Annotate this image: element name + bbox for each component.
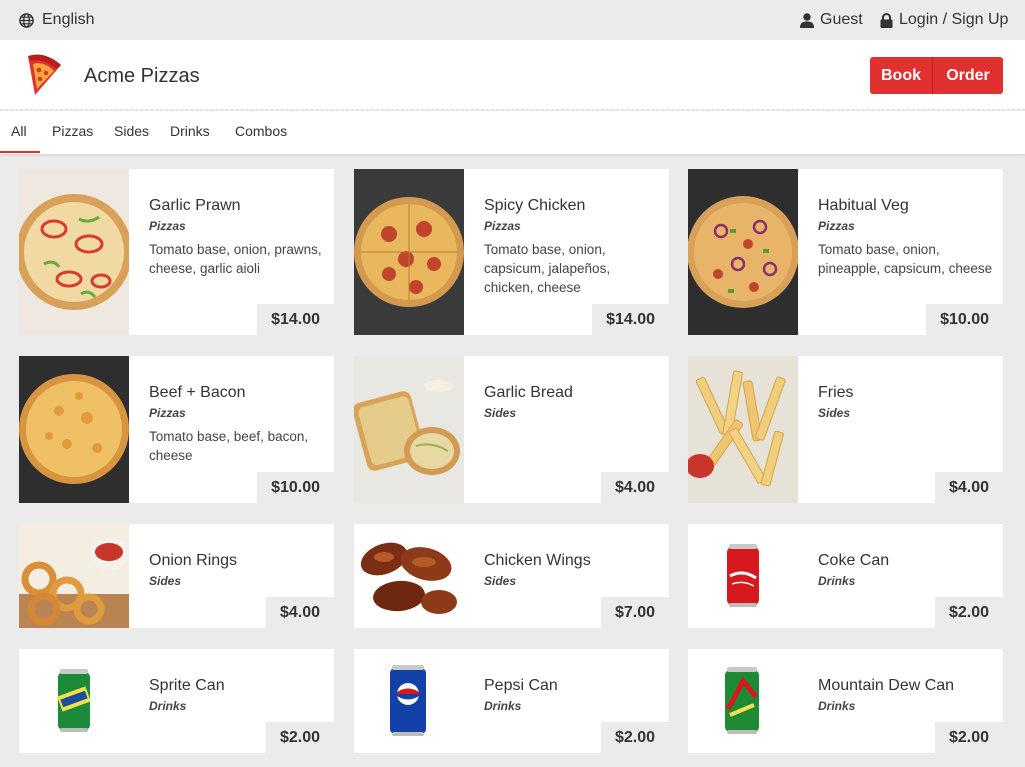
item-description: Tomato base, onion, prawns, cheese, garl… xyxy=(149,242,322,276)
item-description: Tomato base, onion, capsicum, jalapeños,… xyxy=(484,242,611,295)
language-label: English xyxy=(42,11,95,28)
category-tabs: All Pizzas Sides Drinks Combos xyxy=(0,111,1025,154)
onion-rings-image xyxy=(19,524,129,628)
menu-item-card[interactable]: Pepsi Can Drinks $2.00 xyxy=(354,649,669,753)
item-category: Pizzas xyxy=(484,219,521,233)
item-name: Beef + Bacon xyxy=(149,384,246,401)
menu-item-card[interactable]: Spicy Chicken Pizzas Tomato base, onion,… xyxy=(354,169,669,335)
item-name: Coke Can xyxy=(818,552,890,569)
item-name: Fries xyxy=(818,384,854,401)
item-price: $2.00 xyxy=(934,597,1003,628)
globe-icon xyxy=(19,12,34,28)
item-description: Tomato base, onion, pineapple, capsicum,… xyxy=(818,242,993,276)
login-label: Login / Sign Up xyxy=(899,11,1009,28)
item-category: Drinks xyxy=(149,699,187,713)
spicy-chicken-pizza-image xyxy=(354,169,464,335)
item-price: $2.00 xyxy=(934,722,1003,753)
menu-item-card[interactable]: Chicken Wings Sides $7.00 xyxy=(354,524,669,628)
item-name: Pepsi Can xyxy=(484,677,558,694)
item-price: $4.00 xyxy=(600,472,669,503)
menu-item-card[interactable]: Sprite Can Drinks $2.00 xyxy=(19,649,334,753)
site-header: Acme Pizzas Book Order xyxy=(0,40,1025,110)
menu-item-card[interactable]: Habitual Veg Pizzas Tomato base, onion, … xyxy=(688,169,1003,335)
active-tab-indicator xyxy=(0,151,40,153)
habitual-veg-pizza-image xyxy=(688,169,798,335)
item-price: $2.00 xyxy=(265,722,334,753)
item-name: Mountain Dew Can xyxy=(818,677,955,694)
pizza-logo-icon xyxy=(28,54,61,95)
menu-item-card[interactable]: Garlic Bread Sides $4.00 xyxy=(354,356,669,503)
menu-item-card[interactable]: Garlic Prawn Pizzas Tomato base, onion, … xyxy=(19,169,334,335)
login-link[interactable]: Login / Sign Up xyxy=(880,11,1008,29)
item-category: Pizzas xyxy=(818,219,855,233)
lock-icon xyxy=(880,12,893,28)
item-price: $10.00 xyxy=(257,472,334,503)
item-name: Habitual Veg xyxy=(818,197,909,214)
item-price: $10.00 xyxy=(926,304,1003,335)
tab-combos[interactable]: Combos xyxy=(235,123,287,139)
item-category: Drinks xyxy=(484,699,522,713)
menu-item-card[interactable]: Coke Can Drinks $2.00 xyxy=(688,524,1003,628)
tab-all[interactable]: All xyxy=(11,123,27,139)
item-price: $2.00 xyxy=(600,722,669,753)
menu-item-card[interactable]: Mountain Dew Can Drinks $2.00 xyxy=(688,649,1003,753)
coke-can-image xyxy=(688,524,798,628)
chicken-wings-image xyxy=(354,524,464,628)
fries-image xyxy=(688,356,798,503)
guest-indicator: Guest xyxy=(800,11,863,29)
item-category: Sides xyxy=(484,574,517,588)
tab-sides[interactable]: Sides xyxy=(114,123,149,139)
language-selector[interactable]: English xyxy=(19,11,94,29)
book-button[interactable]: Book xyxy=(870,57,933,94)
item-category: Drinks xyxy=(818,699,856,713)
item-name: Chicken Wings xyxy=(484,552,591,569)
item-category: Sides xyxy=(149,574,182,588)
item-price: $4.00 xyxy=(934,472,1003,503)
top-bar: English Guest Login / Sign Up xyxy=(0,0,1025,40)
item-category: Drinks xyxy=(818,574,856,588)
item-category: Sides xyxy=(818,406,851,420)
pepsi-can-image xyxy=(354,649,464,753)
item-name: Garlic Bread xyxy=(484,384,573,401)
item-category: Sides xyxy=(484,406,517,420)
item-category: Pizzas xyxy=(149,219,186,233)
beef-bacon-pizza-image xyxy=(19,356,129,503)
item-price: $14.00 xyxy=(592,304,669,335)
action-buttons: Book Order xyxy=(870,57,1003,94)
tab-drinks[interactable]: Drinks xyxy=(170,123,210,139)
mountain-dew-can-image xyxy=(688,649,798,753)
site-title: Acme Pizzas xyxy=(84,65,200,87)
item-name: Garlic Prawn xyxy=(149,197,241,214)
user-icon xyxy=(800,12,814,28)
menu-item-card[interactable]: Onion Rings Sides $4.00 xyxy=(19,524,334,628)
menu-item-card[interactable]: Beef + Bacon Pizzas Tomato base, beef, b… xyxy=(19,356,334,503)
item-name: Spicy Chicken xyxy=(484,197,586,214)
order-button[interactable]: Order xyxy=(933,57,1003,94)
item-description: Tomato base, beef, bacon, cheese xyxy=(149,429,309,463)
menu-item-card[interactable]: Fries Sides $4.00 xyxy=(688,356,1003,503)
item-name: Sprite Can xyxy=(149,677,225,694)
item-price: $4.00 xyxy=(265,597,334,628)
garlic-prawn-pizza-image xyxy=(19,169,129,335)
sprite-can-image xyxy=(19,649,129,753)
item-name: Onion Rings xyxy=(149,552,238,569)
garlic-bread-image xyxy=(354,356,464,503)
tab-pizzas[interactable]: Pizzas xyxy=(52,123,93,139)
item-price: $14.00 xyxy=(257,304,334,335)
item-price: $7.00 xyxy=(600,597,669,628)
item-category: Pizzas xyxy=(149,406,186,420)
guest-label: Guest xyxy=(820,11,863,28)
